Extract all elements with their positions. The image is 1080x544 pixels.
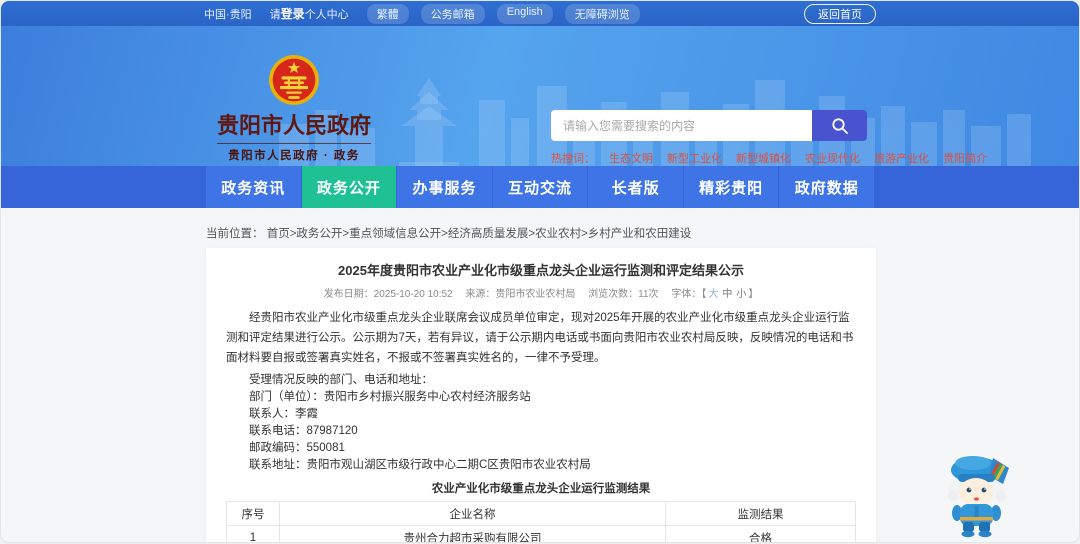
table-header-row: 序号 企业名称 监测结果 [226,501,856,526]
hot-search: 热搜词： 生态文明 新型工业化 新型城镇化 农业现代化 旅游产业化 贵阳简介 [551,150,987,166]
nav-item-6[interactable]: 精彩贵阳 [683,166,779,208]
topbar: 中国·贵阳 请登录个人中心 繁體 公务邮箱 English 无障碍浏览 返回首页 [1,1,1079,26]
table-header-cell: 企业名称 [279,501,666,526]
nav-item-7[interactable]: 政府数据 [779,166,875,208]
meta-label-views: 浏览次数： [588,289,639,300]
meta-label-font: 字体：【 [671,289,707,300]
body-paragraph: 经贵阳市农业产业化市级重点龙头企业联席会议成员单位审定，现对2025年开展的农业… [226,312,854,364]
breadcrumb: 当前位置： 首页>政务公开>重点领域信息公开>经济高质量发展>农业农村>乡村产业… [206,225,1079,241]
monitoring-results-table: 序号企业名称监测结果 1贵州合力超市采购有限公司合格2贵州友禾种业有限公司合格3… [226,501,856,542]
site-logo[interactable]: 贵阳市人民政府 贵阳市人民政府 · 政务 www.guiyang.gov.cn [213,54,375,166]
hot-search-term[interactable]: 新型工业化 [667,150,722,166]
topbar-login-link[interactable]: 请登录个人中心 [270,5,349,22]
topbar-quick-links: 繁體 公务邮箱 English 无障碍浏览 [366,3,640,24]
table-row: 1 贵州合力超市采购有限公司 合格 [226,525,856,542]
hot-search-term[interactable]: 新型城镇化 [736,150,791,166]
site-name: 贵阳市人民政府 [216,113,371,138]
body-paragraph: 邮政编码：550081 [249,442,345,454]
body-paragraph: 联系地址：贵阳市观山湖区市级行政中心二期C区贵阳市农业农村局 [249,459,591,471]
topbar-left-links: 中国·贵阳 请登录个人中心 繁體 公务邮箱 English 无障碍浏览 [204,3,640,24]
search-icon [831,117,848,134]
article-source: 贵阳市农业农村局 [495,289,576,300]
font-size-switcher: 大中小 [706,289,748,300]
back-home-button[interactable]: 返回首页 [804,3,876,24]
search-area: 热搜词： 生态文明新型工业化新型城镇化农业现代化旅游产业化贵阳简介 [551,110,987,166]
nav-item-4[interactable]: 互动交流 [492,166,588,208]
publish-date: 2025-10-20 10:52 [373,289,453,300]
table-cell: 贵州合力超市采购有限公司 [279,525,666,542]
main-nav: 政务资讯 政务公开 办事服务 互动交流 长者版 精彩贵阳 政府数据 [1,166,1079,208]
breadcrumb-path[interactable]: 首页>政务公开>重点领域信息公开>经济高质量发展>农业农村>乡村产业和农田建设 [267,228,692,240]
article-card: 2025年度贵阳市农业产业化市级重点龙头企业运行监测和评定结果公示 发布日期：2… [206,248,876,542]
site-url: www.guiyang.gov.cn [235,165,353,166]
topbar-quick-link[interactable]: 无障碍浏览 [564,3,640,24]
content-area: 当前位置： 首页>政务公开>重点领域信息公开>经济高质量发展>农业农村>乡村产业… [1,208,1079,542]
browser-page: 中国·贵阳 请登录个人中心 繁體公务邮箱 English 无障碍浏览 返回首页 [1,1,1079,542]
topbar-quick-link[interactable]: 公务邮箱 [420,3,485,24]
nav-item-2[interactable]: 政务公开 [301,166,397,208]
table-cell: 1 [226,525,280,542]
topbar-quick-link[interactable]: English [496,3,553,24]
table-cell: 合格 [665,525,856,542]
search-box [551,110,867,141]
hot-search-term[interactable]: 旅游产业化 [874,150,929,166]
meta-label-publish: 发布日期： [323,289,374,300]
body-paragraph: 受理情况反映的部门、电话和地址： [249,374,433,386]
article-title: 2025年度贵阳市农业产业化市级重点龙头企业运行监测和评定结果公示 [338,263,744,278]
nav-item-3[interactable]: 办事服务 [397,166,492,208]
hot-search-label: 热搜词： [551,153,595,165]
login-suffix: 个人中心 [304,9,349,21]
nav-item-5[interactable]: 长者版 [588,166,683,208]
hot-search-term[interactable]: 贵阳简介 [943,150,987,166]
hot-search-term[interactable]: 农业现代化 [805,150,860,166]
hot-search-term[interactable]: 生态文明 [609,150,653,166]
national-emblem-icon [269,55,319,105]
table-header-cell: 监测结果 [665,501,856,526]
view-count: 11次 [638,289,659,300]
logo-divider [217,143,371,144]
meta-font-suffix: 】 [748,289,759,300]
search-button[interactable] [812,110,867,141]
topbar-quick-link[interactable]: 繁體 [366,3,409,24]
topbar-link-region[interactable]: 中国·贵阳 [204,6,252,22]
table-header-cell: 序号 [226,501,280,526]
login-prefix: 请 [269,9,281,21]
font-size-option[interactable]: 小 [736,289,746,300]
mascot-assistant-icon[interactable] [943,450,1013,538]
body-paragraph: 部门（单位）：贵阳市乡村振兴服务中心农村经济服务站 [249,391,531,403]
site-subtitle: 贵阳市人民政府 · 政务 [228,150,360,162]
login-bold: 登录 [280,7,305,21]
article-meta: 发布日期：2025-10-20 10:52 来源：贵阳市农业农村局 浏览次数：1… [226,285,856,300]
nav-item-1[interactable]: 政务资讯 [206,166,301,208]
font-size-option[interactable]: 大 [708,289,718,300]
search-input[interactable] [551,110,812,141]
font-size-option[interactable]: 中 [722,289,732,300]
breadcrumb-label: 当前位置： [206,228,264,240]
article-body: 经贵阳市农业产业化市级重点龙头企业联席会议成员单位审定，现对2025年开展的农业… [226,308,856,474]
site-header-banner: 贵阳市人民政府 贵阳市人民政府 · 政务 www.guiyang.gov.cn … [1,26,1079,166]
body-paragraph: 联系电话：87987120 [249,425,358,437]
body-paragraph: 联系人：李霞 [249,408,318,420]
meta-label-source: 来源： [465,289,496,300]
table-caption: 农业产业化市级重点龙头企业运行监测结果 [431,483,651,495]
